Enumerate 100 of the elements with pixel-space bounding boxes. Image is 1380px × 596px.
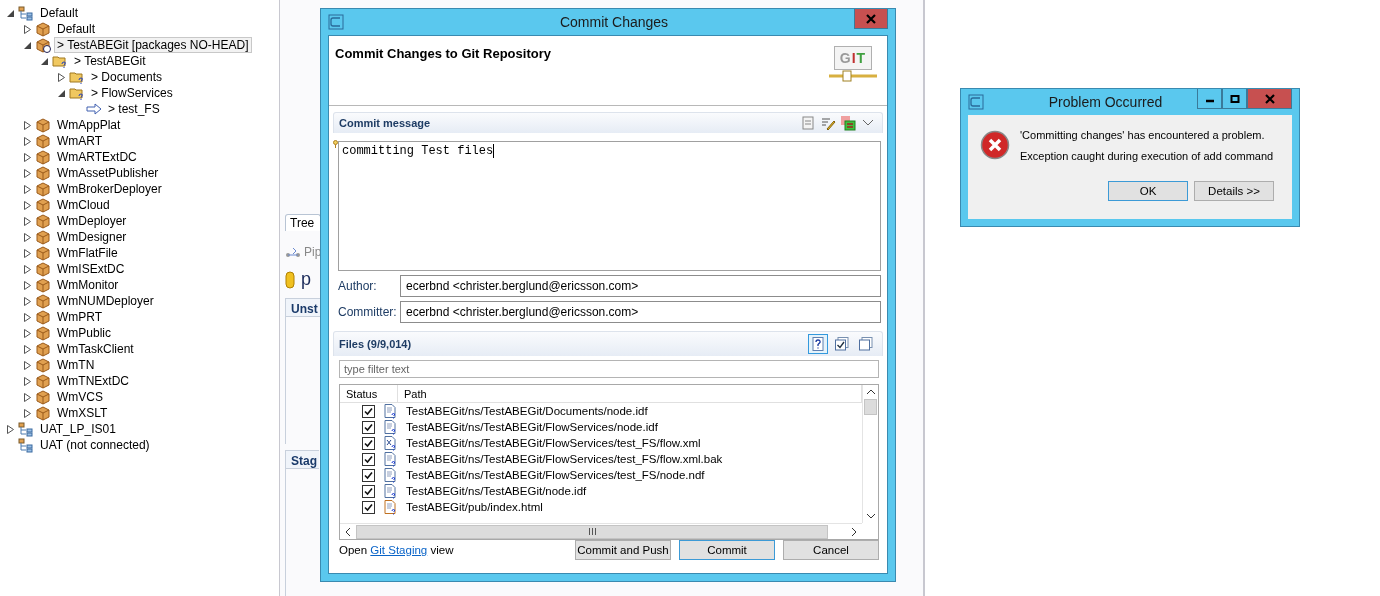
checkbox[interactable] (362, 436, 375, 450)
minimize-button[interactable] (1197, 89, 1222, 109)
tree-item[interactable]: UAT_LP_IS01 (0, 421, 279, 437)
toolbar-toggle[interactable] (832, 334, 852, 354)
package-icon (35, 37, 51, 53)
tree-item[interactable]: WmNUMDeployer (0, 293, 279, 309)
expand-icon[interactable] (23, 232, 32, 242)
scrollbar-thumb[interactable] (356, 524, 828, 539)
grip-icon[interactable] (587, 528, 597, 535)
expand-icon[interactable] (23, 264, 32, 274)
tree-item[interactable]: UAT (not connected) (0, 437, 279, 453)
expand-icon[interactable] (23, 360, 32, 370)
dialog-button[interactable]: Cancel (783, 540, 879, 560)
package-icon (35, 197, 51, 213)
expand-icon[interactable] (23, 24, 32, 34)
scrollbar-thumb[interactable] (864, 399, 877, 415)
pencil-icon[interactable] (820, 115, 836, 131)
checkbox[interactable] (362, 468, 375, 482)
expand-icon[interactable] (23, 392, 32, 402)
tree-item[interactable]: WmTN (0, 357, 279, 373)
expand-icon[interactable] (23, 328, 32, 338)
tree-item[interactable]: WmXSLT (0, 405, 279, 421)
tree-item[interactable]: WmMonitor (0, 277, 279, 293)
dialog-button[interactable]: Details >> (1194, 181, 1274, 201)
expand-icon[interactable] (23, 168, 32, 178)
check-all-icon (834, 336, 850, 352)
expand-icon[interactable] (23, 120, 32, 130)
expand-icon[interactable] (23, 344, 32, 354)
tree-item[interactable]: > FlowServices (0, 85, 279, 101)
expand-icon[interactable] (23, 136, 32, 146)
expand-icon[interactable] (23, 216, 32, 226)
git-staging-link[interactable]: Git Staging (370, 544, 428, 556)
tree-item[interactable]: WmBrokerDeployer (0, 181, 279, 197)
tree-item-label: > FlowServices (90, 85, 174, 101)
expand-icon[interactable] (6, 424, 15, 434)
committer-field[interactable]: ecerbnd <christer.berglund@ericsson.com> (400, 301, 881, 323)
expand-icon[interactable] (23, 184, 32, 194)
horizontal-scrollbar[interactable] (340, 523, 862, 539)
expand-icon[interactable] (23, 408, 32, 418)
checkbox[interactable] (362, 404, 375, 418)
grid-icon[interactable] (840, 115, 856, 131)
tree-item[interactable]: WmTaskClient (0, 341, 279, 357)
tree-item[interactable]: WmAppPlat (0, 117, 279, 133)
author-field[interactable]: ecerbnd <christer.berglund@ericsson.com> (400, 275, 881, 297)
tree-item[interactable]: WmAssetPublisher (0, 165, 279, 181)
tree-item-label: > TestABEGit (73, 53, 147, 69)
field-label: Committer: (338, 305, 398, 319)
expand-icon[interactable] (23, 248, 32, 258)
dialog-button[interactable]: OK (1108, 181, 1188, 201)
tree-item[interactable]: WmARTExtDC (0, 149, 279, 165)
tree-item[interactable]: WmDeployer (0, 213, 279, 229)
expand-icon[interactable] (57, 72, 66, 82)
tree-item-label: WmMonitor (56, 277, 120, 293)
tree-item[interactable]: WmPRT (0, 309, 279, 325)
tree-item[interactable]: WmCloud (0, 197, 279, 213)
commit-message-field[interactable]: committing Test files (338, 141, 881, 271)
maximize-button[interactable] (1222, 89, 1247, 109)
collapse-icon[interactable] (40, 56, 49, 66)
collapse-icon[interactable] (57, 88, 66, 98)
tree-item[interactable]: WmDesigner (0, 229, 279, 245)
tree-item[interactable]: > TestABEGit (0, 53, 279, 69)
file-path: TestABEGit/pub/index.html (405, 501, 544, 513)
tree-item[interactable]: WmISExtDC (0, 261, 279, 277)
toolbar-toggle[interactable] (808, 334, 828, 354)
toolbar-toggle[interactable] (856, 334, 876, 354)
expand-icon[interactable] (23, 296, 32, 306)
tree-item-label: WmXSLT (56, 405, 109, 421)
checkbox[interactable] (362, 420, 375, 434)
collapse-icon[interactable] (6, 8, 15, 18)
checkbox[interactable] (362, 500, 375, 514)
column-header[interactable]: Status (340, 385, 398, 402)
collapse-icon[interactable] (23, 40, 32, 50)
expand-icon[interactable] (23, 152, 32, 162)
expand-icon[interactable] (23, 280, 32, 290)
dialog-button[interactable]: Commit and Push (575, 540, 671, 560)
vertical-scrollbar[interactable] (862, 385, 878, 523)
tree-item-label: UAT_LP_IS01 (39, 421, 117, 437)
expand-icon[interactable] (23, 200, 32, 210)
close-button[interactable] (854, 9, 888, 29)
tree-item[interactable]: WmTNExtDC (0, 373, 279, 389)
tree-item[interactable]: WmART (0, 133, 279, 149)
tree-item[interactable]: > TestABEGit [packages NO-HEAD] (0, 37, 279, 53)
expand-icon[interactable] (23, 312, 32, 322)
tree-item-label: UAT (not connected) (39, 437, 151, 453)
checkbox[interactable] (362, 484, 375, 498)
tree-item[interactable]: > Documents (0, 69, 279, 85)
dialog-button[interactable]: Commit (679, 540, 775, 560)
tree-item[interactable]: > test_FS (0, 101, 279, 117)
tree-tab[interactable]: Tree (285, 214, 321, 232)
tree-item[interactable]: Default (0, 21, 279, 37)
tree-item[interactable]: WmFlatFile (0, 245, 279, 261)
tree-item[interactable]: WmPublic (0, 325, 279, 341)
tree-item[interactable]: WmVCS (0, 389, 279, 405)
file-icon (382, 467, 398, 483)
section-title: Files (9/9,014) (339, 338, 412, 350)
checkbox[interactable] (362, 452, 375, 466)
expand-icon[interactable] (23, 376, 32, 386)
filter-field[interactable]: type filter text (339, 360, 879, 378)
close-button[interactable] (1247, 89, 1292, 109)
tree-item[interactable]: Default (0, 5, 279, 21)
